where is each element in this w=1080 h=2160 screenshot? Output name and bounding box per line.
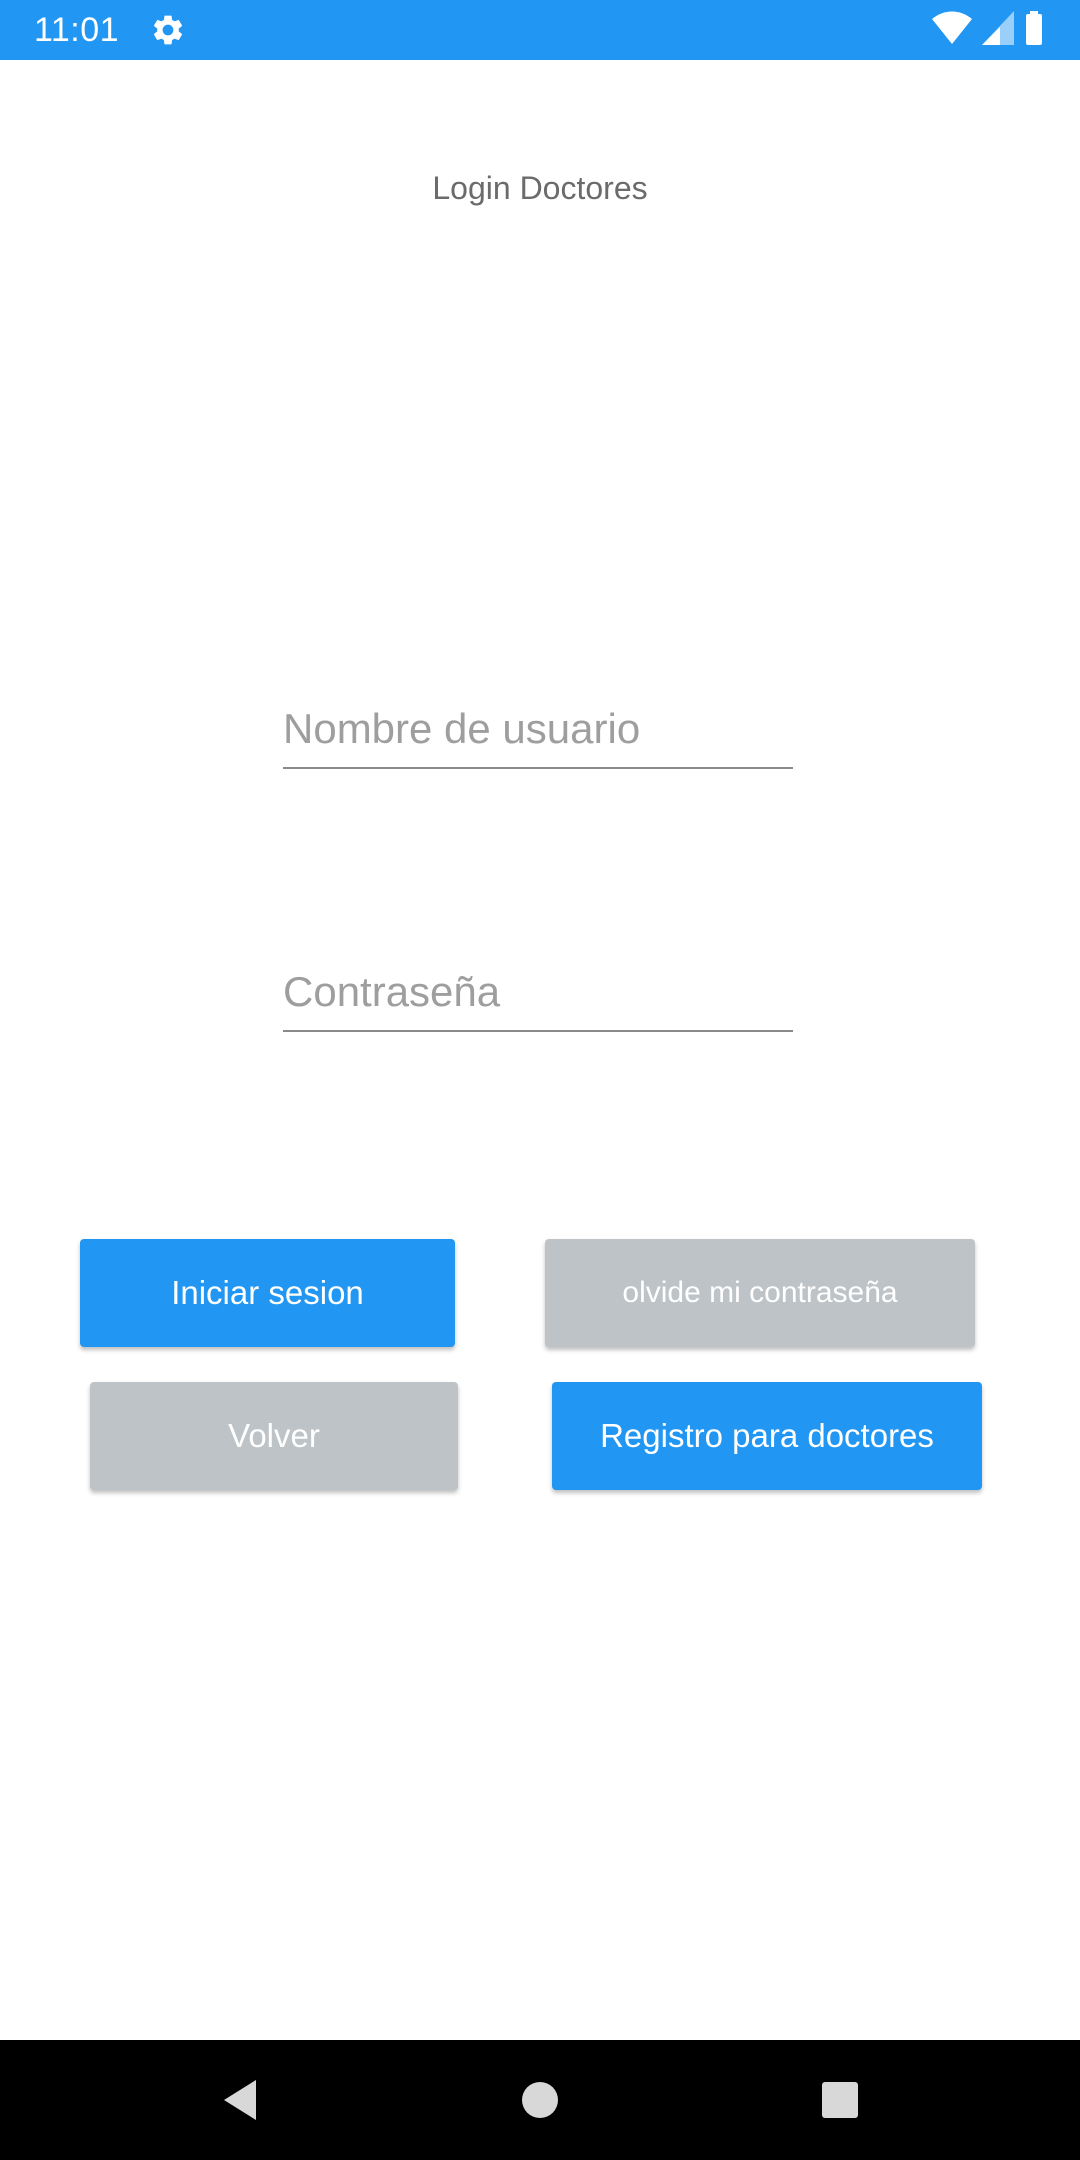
status-time: 11:01 bbox=[34, 11, 120, 49]
page-title: Login Doctores bbox=[432, 170, 648, 206]
back-button[interactable]: Volver bbox=[90, 1382, 458, 1490]
wifi-icon bbox=[932, 11, 972, 50]
password-input[interactable] bbox=[283, 960, 793, 1032]
battery-icon bbox=[1024, 10, 1044, 50]
forgot-password-button[interactable]: olvide mi contraseña bbox=[545, 1239, 975, 1347]
username-input[interactable] bbox=[283, 697, 793, 769]
recents-icon[interactable] bbox=[810, 2070, 870, 2130]
gear-icon bbox=[150, 12, 186, 48]
navigation-bar bbox=[0, 2040, 1080, 2160]
status-bar: 11:01 bbox=[0, 0, 1080, 60]
register-button[interactable]: Registro para doctores bbox=[552, 1382, 982, 1490]
login-screen: 11:01 Login Doctores Nombre de usuario I… bbox=[0, 0, 1080, 2160]
back-icon[interactable] bbox=[210, 2070, 270, 2130]
login-button[interactable]: Iniciar sesion bbox=[80, 1239, 455, 1347]
home-icon[interactable] bbox=[510, 2070, 570, 2130]
signal-icon bbox=[982, 10, 1014, 50]
status-icons bbox=[932, 10, 1044, 50]
